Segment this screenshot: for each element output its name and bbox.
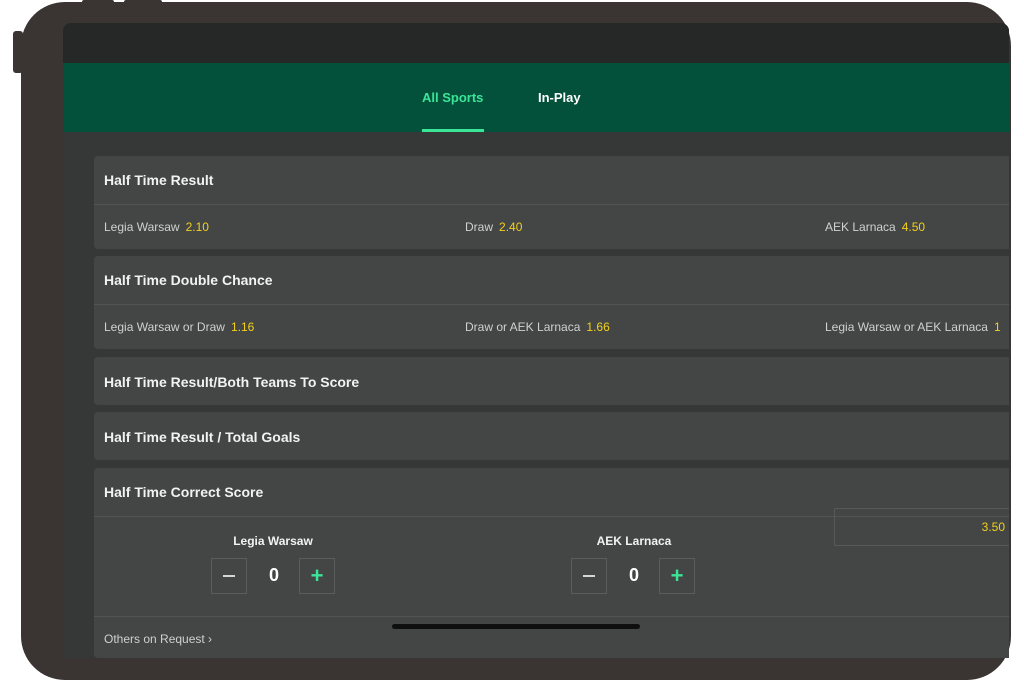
home-indicator[interactable] xyxy=(392,624,640,629)
away-score-decrement[interactable] xyxy=(571,558,607,594)
selection-odds: 1 xyxy=(993,320,1001,334)
selection-legia-or-draw[interactable]: Legia Warsaw or Draw 1.16 xyxy=(104,305,254,349)
selection-name: Draw xyxy=(465,220,494,234)
minus-icon xyxy=(583,575,595,577)
tab-all-sports[interactable]: All Sports xyxy=(422,90,483,105)
others-on-request-link[interactable]: Others on Request › xyxy=(104,632,212,646)
home-score-decrement[interactable] xyxy=(211,558,247,594)
top-navigation: All Sports In-Play xyxy=(63,63,1009,132)
markets-list: Half Time Result Legia Warsaw 2.10 Draw 2.… xyxy=(63,132,1009,658)
market-half-time-correct-score: Half Time Correct Score Legia Warsaw 0 +… xyxy=(94,468,1009,658)
selections-row: Legia Warsaw or Draw 1.16 Draw or AEK Lar… xyxy=(94,305,1009,349)
selection-name: Legia Warsaw or AEK Larnaca xyxy=(825,320,988,334)
market-half-time-btts[interactable]: Half Time Result/Both Teams To Score xyxy=(94,357,1009,405)
selection-odds: 2.10 xyxy=(185,220,209,234)
plus-icon: + xyxy=(670,563,684,588)
selection-draw-or-aek[interactable]: Draw or AEK Larnaca 1.66 xyxy=(465,305,610,349)
screen: All Sports In-Play Half Time Result Legi… xyxy=(63,23,1009,658)
market-half-time-total-goals[interactable]: Half Time Result / Total Goals xyxy=(94,412,1009,460)
correct-score-odds-button[interactable]: 3.50 xyxy=(834,508,1009,546)
away-score-increment[interactable]: + xyxy=(659,558,695,594)
correct-score-odds: 3.50 xyxy=(981,520,1005,534)
selections-row: Legia Warsaw 2.10 Draw 2.40 AEK Larnaca 4.5… xyxy=(94,205,1009,249)
selection-odds: 4.50 xyxy=(901,220,926,234)
market-title[interactable]: Half Time Result xyxy=(104,172,213,188)
selection-name: AEK Larnaca xyxy=(825,220,896,234)
divider xyxy=(94,616,1009,617)
market-half-time-result: Half Time Result Legia Warsaw 2.10 Draw 2.… xyxy=(94,156,1009,249)
selection-odds: 2.40 xyxy=(499,220,523,234)
selection-name: Draw or AEK Larnaca xyxy=(465,320,581,334)
home-team-label: Legia Warsaw xyxy=(233,534,313,548)
plus-icon: + xyxy=(310,563,324,588)
selection-legia-warsaw[interactable]: Legia Warsaw 2.10 xyxy=(104,205,209,249)
market-title[interactable]: Half Time Correct Score xyxy=(104,484,263,500)
minus-icon xyxy=(223,575,235,577)
selection-draw[interactable]: Draw 2.40 xyxy=(465,205,522,249)
home-score-increment[interactable]: + xyxy=(299,558,335,594)
selection-legia-or-aek[interactable]: Legia Warsaw or AEK Larnaca 1 xyxy=(825,305,1001,349)
selection-name: Legia Warsaw or Draw xyxy=(104,320,225,334)
tab-in-play[interactable]: In-Play xyxy=(538,90,581,105)
selection-odds: 1.66 xyxy=(586,320,610,334)
selection-name: Legia Warsaw xyxy=(104,220,180,234)
market-title: Half Time Result/Both Teams To Score xyxy=(104,374,360,390)
away-score-value: 0 xyxy=(628,565,639,585)
market-title[interactable]: Half Time Double Chance xyxy=(104,272,273,288)
away-team-label: AEK Larnaca xyxy=(596,534,672,548)
tablet-frame: All Sports In-Play Half Time Result Legi… xyxy=(21,2,1011,680)
status-bar xyxy=(63,23,1009,63)
home-score-value: 0 xyxy=(268,565,279,585)
selection-aek-larnaca[interactable]: AEK Larnaca 4.50 xyxy=(825,205,925,249)
selection-odds: 1.16 xyxy=(230,320,255,334)
market-title: Half Time Result / Total Goals xyxy=(104,429,301,445)
market-half-time-double-chance: Half Time Double Chance Legia Warsaw or … xyxy=(94,256,1009,349)
